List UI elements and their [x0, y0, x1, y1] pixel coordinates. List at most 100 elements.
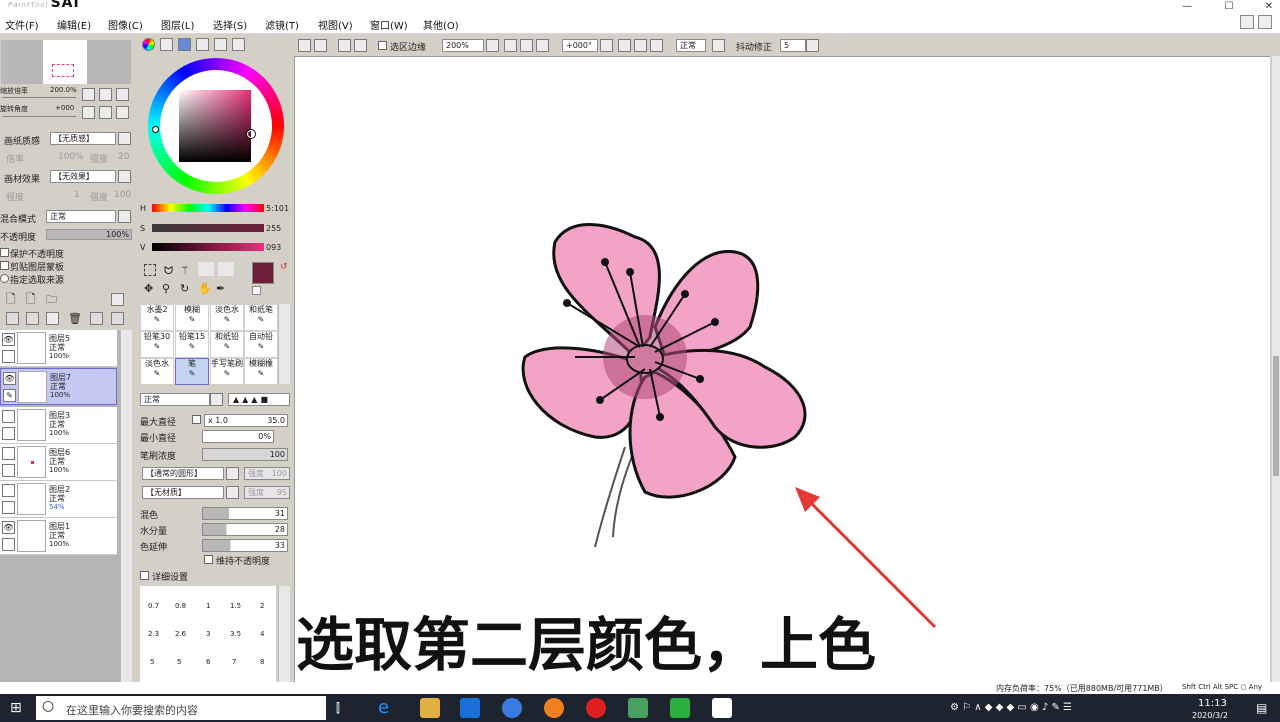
zoom-in-button[interactable]	[520, 39, 533, 52]
brush-slot[interactable]: 淡色水 ✎	[140, 358, 174, 385]
brush-shape-select[interactable]: 【通常的圆形】	[142, 467, 224, 480]
layer-list-scrollbar[interactable]	[120, 330, 132, 682]
v-slider[interactable]	[152, 243, 264, 251]
size-cell[interactable]: 4	[260, 630, 264, 638]
windows-start-icon[interactable]: ⊞	[10, 701, 24, 715]
saturation-value-square[interactable]	[179, 90, 251, 162]
size-cell[interactable]: 1	[206, 602, 210, 610]
size-cell[interactable]: 1.5	[230, 602, 241, 610]
netease-music-icon[interactable]	[586, 698, 606, 718]
menu-image[interactable]: 图像(C)	[108, 17, 143, 32]
nav-zoom-out-button[interactable]	[82, 88, 95, 101]
paper-effect-dropdown[interactable]	[118, 170, 131, 183]
eye-icon[interactable]: 👁	[3, 372, 16, 385]
transfer-down-icon[interactable]	[46, 312, 59, 325]
brush-slot[interactable]: 铅笔15 ✎	[175, 331, 209, 358]
new-linework-layer-icon[interactable]: 🗋	[26, 293, 39, 306]
task-view-icon[interactable]: ⫿	[336, 701, 340, 716]
blend-mode-select[interactable]: 正常	[46, 210, 116, 223]
rect-select-icon[interactable]	[144, 264, 156, 276]
layer-item[interactable]: 图层2 正常 54%	[0, 481, 117, 518]
browser-icon[interactable]	[502, 698, 522, 718]
notification-icon[interactable]: ▤	[1256, 701, 1267, 715]
invert-selection-button[interactable]	[314, 39, 327, 52]
size-cell[interactable]: 3	[206, 630, 210, 638]
size-cell[interactable]: 0.8	[175, 602, 186, 610]
density-slider[interactable]: 100	[202, 448, 288, 461]
zoom-reset-button[interactable]	[536, 39, 549, 52]
zoom-slider[interactable]	[2, 97, 76, 98]
zoom-select[interactable]: 200%	[442, 39, 484, 52]
zoom-icon[interactable]: ⚲	[162, 282, 170, 295]
shape-strength-field[interactable]: 强度 100	[244, 467, 290, 480]
scroll-thumb[interactable]	[1273, 356, 1279, 476]
brush-slot[interactable]: 模糊 ✎	[175, 304, 209, 331]
blend-mode-dropdown[interactable]	[118, 210, 131, 223]
magic-wand-icon[interactable]: ⚚	[180, 264, 190, 277]
brush-slot-selected[interactable]: 笔 ✎	[175, 358, 209, 385]
brush-slot[interactable]: 模糊橡 ✎	[244, 358, 278, 385]
keep-opacity-checkbox[interactable]	[204, 555, 213, 564]
s-slider[interactable]	[152, 224, 264, 232]
menu-edit[interactable]: 编辑(E)	[57, 17, 91, 32]
paper-texture-select[interactable]: 【无质感】	[50, 132, 116, 145]
mail-icon[interactable]	[460, 698, 480, 718]
rotate-icon[interactable]: ↻	[180, 282, 189, 295]
min-size-slider[interactable]: 0%	[202, 430, 274, 443]
protect-opacity-checkbox[interactable]	[0, 248, 9, 257]
drawing-canvas[interactable]	[294, 56, 1270, 682]
layer-copy-icon[interactable]	[6, 312, 19, 325]
lock-toggle[interactable]	[2, 538, 15, 551]
lasso-icon[interactable]: ᗢ	[164, 264, 173, 278]
h-slider[interactable]	[152, 204, 264, 212]
sai-app-icon[interactable]	[628, 698, 648, 718]
persistence-slider[interactable]: 33	[202, 539, 288, 552]
nav-zoom-in-button[interactable]	[99, 88, 112, 101]
hue-ring[interactable]	[148, 58, 284, 194]
move-icon[interactable]: ✥	[144, 282, 153, 295]
angle-dropdown[interactable]	[600, 39, 613, 52]
size-cell[interactable]: 0.7	[148, 602, 159, 610]
layer-item[interactable]: 图层6 正常 100%	[0, 444, 117, 481]
layer-item[interactable]: 图层3 正常 100%	[0, 407, 117, 444]
eye-toggle[interactable]	[2, 447, 15, 460]
rgb-slider-tab[interactable]	[160, 38, 173, 51]
opacity-slider[interactable]: 100%	[46, 229, 132, 240]
size-cell[interactable]: 6	[206, 658, 210, 666]
brush-lock-icon[interactable]: ✎	[3, 389, 16, 402]
eye-toggle[interactable]	[2, 410, 15, 423]
menu-select[interactable]: 选择(S)	[213, 17, 247, 32]
brush-mode-select[interactable]: 正常	[140, 393, 210, 406]
brush-texture-dropdown[interactable]	[226, 486, 239, 499]
layer-item[interactable]: 👁 图层5 正常 100%	[0, 330, 117, 367]
trash-icon[interactable]: 🗑	[68, 312, 82, 325]
nav-rotate-reset-button[interactable]	[116, 106, 129, 119]
brush-shape-dropdown[interactable]	[226, 467, 239, 480]
swap-colors-icon[interactable]: ↺	[280, 262, 288, 272]
brush-slot[interactable]: 自动铅 ✎	[244, 331, 278, 358]
mdi-close-button[interactable]	[1258, 15, 1272, 29]
rotate-right-button[interactable]	[634, 39, 647, 52]
paper-effect-select[interactable]: 【无效果】	[50, 170, 116, 183]
water-slider[interactable]: 28	[202, 523, 288, 536]
menu-view[interactable]: 视图(V)	[318, 17, 353, 32]
menu-layer[interactable]: 图层(L)	[161, 17, 194, 32]
size-cell[interactable]: 2	[260, 602, 264, 610]
nav-rotate-left-button[interactable]	[82, 106, 95, 119]
merge-all-icon[interactable]	[111, 312, 124, 325]
tray-icons[interactable]: ⚙ ⚐ ∧ ◆ ◆ ◆ ▭ ◉ ♪ ✎ ☰	[950, 702, 1072, 713]
size-cell[interactable]: 2.3	[148, 630, 159, 638]
navigator-preview[interactable]	[1, 40, 131, 84]
folder-icon[interactable]	[420, 698, 440, 718]
eye-icon[interactable]: 👁	[2, 333, 15, 346]
show-selection-button[interactable]	[338, 39, 351, 52]
merge-down-icon[interactable]	[90, 312, 103, 325]
menu-window[interactable]: 窗口(W)	[370, 17, 408, 32]
paper-texture-dropdown[interactable]	[118, 132, 131, 145]
rotate-left-button[interactable]	[618, 39, 631, 52]
palette-tab[interactable]	[232, 38, 245, 51]
color-wheel-tab[interactable]	[142, 38, 155, 51]
scratch-pad-tab[interactable]	[214, 38, 227, 51]
canvas-vertical-scrollbar[interactable]	[1272, 56, 1280, 682]
transparent-color-icon[interactable]	[252, 286, 261, 295]
